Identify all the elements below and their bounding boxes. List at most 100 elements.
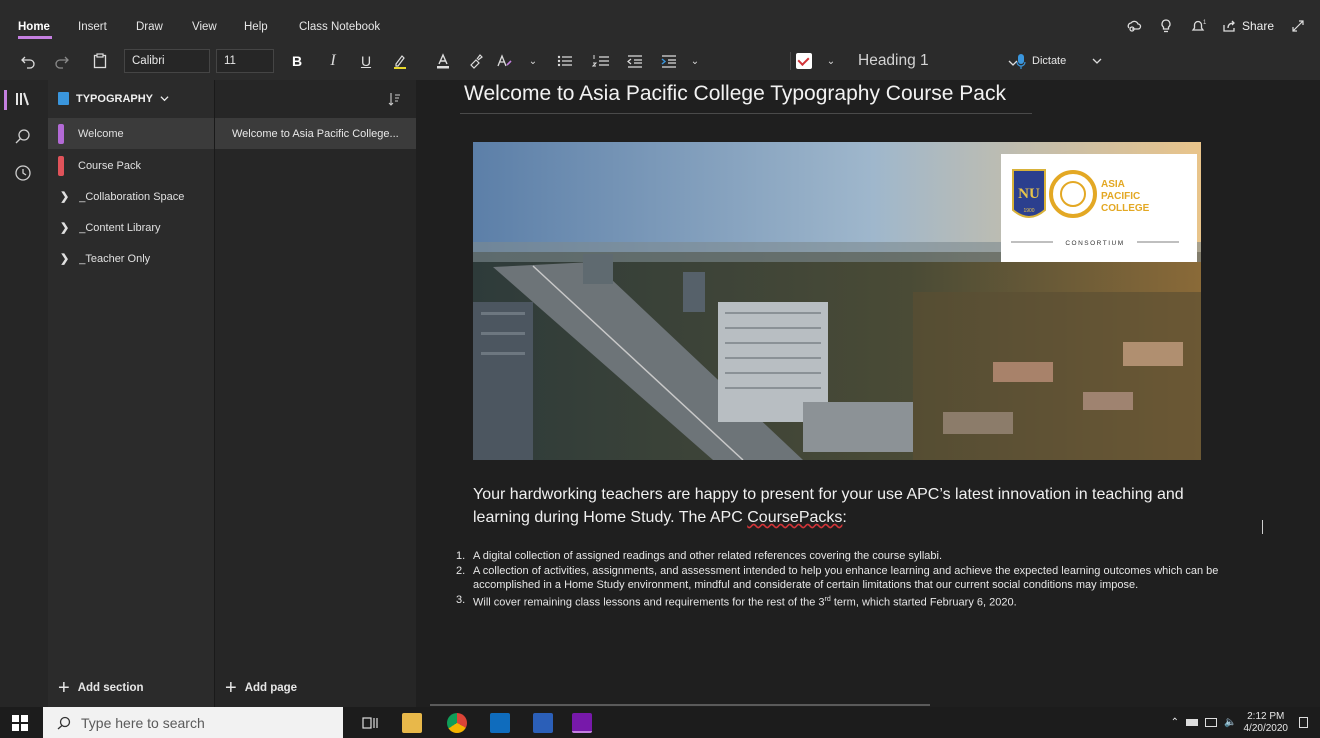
lightbulb-icon[interactable]: [1158, 18, 1174, 34]
todo-tag-icon[interactable]: [794, 50, 814, 72]
font-size-field[interactable]: 11: [216, 49, 274, 73]
section-group-label: _Teacher Only: [79, 252, 151, 265]
bold-button[interactable]: B: [288, 50, 306, 72]
clipboard-icon[interactable]: [90, 50, 110, 72]
page-title[interactable]: Welcome to Asia Pacific College Typograp…: [464, 82, 1006, 106]
battery-icon[interactable]: [1186, 719, 1199, 726]
decrease-indent-icon[interactable]: [624, 50, 646, 72]
share-label: Share: [1241, 19, 1274, 33]
section-pane: TYPOGRAPHY Welcome Course Pack ❯ _Collab…: [48, 80, 214, 707]
tab-help[interactable]: Help: [244, 21, 268, 33]
tag-dropdown-chevron-icon[interactable]: ⌄: [824, 50, 838, 72]
numbered-list[interactable]: 1. A digital collection of assigned read…: [456, 549, 1246, 610]
microphone-icon: [1016, 53, 1026, 69]
format-painter-icon[interactable]: [466, 50, 486, 72]
add-page-button[interactable]: + Add page: [225, 678, 297, 698]
onenote-icon[interactable]: [572, 713, 592, 733]
notebook-icon: [58, 92, 69, 105]
consortium-label: CONSORTIUM: [1065, 240, 1124, 247]
tab-class-notebook[interactable]: Class Notebook: [299, 21, 380, 33]
increase-indent-icon[interactable]: [658, 50, 680, 72]
chevron-up-icon[interactable]: ⌃: [1171, 717, 1179, 728]
paragraph-dropdown-chevron-icon[interactable]: ⌄: [688, 50, 702, 72]
text-cursor: [1262, 520, 1263, 534]
add-section-label: Add section: [77, 682, 144, 694]
seal-letters: NU: [1018, 186, 1040, 202]
notebook-name: TYPOGRAPHY: [76, 92, 154, 105]
font-name-field[interactable]: Calibri: [124, 49, 210, 73]
chevron-down-icon: [160, 96, 169, 102]
windows-start-icon[interactable]: [12, 715, 28, 731]
chrome-icon[interactable]: [447, 713, 467, 733]
highlight-icon[interactable]: [390, 50, 410, 72]
add-section-button[interactable]: + Add section: [58, 677, 144, 699]
expand-icon[interactable]: [1290, 18, 1306, 34]
brand-line-2: PACIFIC: [1101, 191, 1140, 202]
task-view-icon[interactable]: [360, 713, 380, 733]
search-icon: [57, 716, 71, 729]
file-explorer-icon[interactable]: [402, 713, 422, 733]
section-welcome[interactable]: Welcome: [48, 118, 214, 149]
section-label: Course Pack: [78, 159, 141, 172]
clock[interactable]: 2:12 PM 4/20/2020: [1244, 711, 1289, 735]
list-text: A collection of activities, assignments,…: [473, 564, 1219, 592]
tab-draw[interactable]: Draw: [136, 21, 163, 33]
undo-icon[interactable]: [18, 50, 38, 72]
redo-icon[interactable]: [52, 50, 72, 72]
word-icon[interactable]: [533, 713, 553, 733]
notebooks-icon[interactable]: [14, 90, 34, 110]
tab-home[interactable]: Home: [18, 21, 50, 33]
section-color-tab: [58, 155, 64, 176]
font-color-icon[interactable]: [433, 50, 453, 72]
list-text-part: term, which started February 6, 2020.: [830, 596, 1017, 609]
formatting-toolbar: Calibri 11 B I U ⌄ ⌄ ⌄ Heading 1 Dictate: [0, 40, 1320, 80]
section-group-label: _Collaboration Space: [79, 190, 185, 203]
intro-paragraph[interactable]: Your hardworking teachers are happy to p…: [473, 483, 1213, 529]
heading-style-select[interactable]: Heading 1: [848, 49, 1028, 73]
plus-icon: +: [58, 677, 70, 699]
search-placeholder: Type here to search: [81, 714, 205, 731]
sync-status-icon[interactable]: [1126, 18, 1142, 34]
numbered-list-icon[interactable]: [590, 50, 612, 72]
tab-insert[interactable]: Insert: [78, 21, 107, 33]
outlook-icon[interactable]: [490, 713, 510, 733]
section-group-label: _Content Library: [79, 221, 161, 234]
section-course-pack[interactable]: Course Pack: [48, 150, 214, 181]
taskbar-search-box[interactable]: Type here to search: [43, 707, 343, 738]
section-group-collaboration-space[interactable]: ❯ _Collaboration Space: [48, 181, 214, 212]
network-icon[interactable]: [1205, 718, 1218, 727]
hero-image[interactable]: NU 1900 ASIA PACIFIC COLLEGE CONSORTIUM: [473, 142, 1201, 460]
ribbon-tabs: Home Insert Draw View Help Class Noteboo…: [0, 0, 1320, 40]
brand-line-3: COLLEGE: [1101, 203, 1150, 214]
notification-center-icon[interactable]: [1299, 717, 1308, 728]
section-group-teacher-only[interactable]: ❯ _Teacher Only: [48, 243, 214, 274]
list-number: 3.: [456, 593, 466, 606]
list-text: Will cover remaining class lessons and r…: [473, 593, 1017, 610]
section-color-tab: [58, 123, 64, 144]
search-icon[interactable]: [14, 128, 34, 148]
volume-icon[interactable]: 🔈: [1224, 717, 1236, 728]
sort-pages-icon[interactable]: [387, 92, 401, 106]
list-number: 1.: [456, 550, 466, 562]
recent-clock-icon[interactable]: [14, 164, 34, 184]
page-canvas[interactable]: Welcome to Asia Pacific College Typograp…: [416, 80, 1320, 707]
notebook-switcher[interactable]: TYPOGRAPHY: [58, 92, 169, 105]
underline-button[interactable]: U: [357, 50, 375, 72]
horizontal-scrollbar[interactable]: [430, 704, 930, 706]
dictate-dropdown-chevron-icon[interactable]: [1090, 50, 1104, 72]
notifications-bell-icon[interactable]: 1: [1190, 18, 1207, 34]
tab-view[interactable]: View: [192, 21, 217, 33]
section-label: Welcome: [78, 127, 124, 140]
bullet-list-icon[interactable]: [554, 50, 576, 72]
text-styles-icon[interactable]: [494, 50, 516, 72]
share-icon: [1223, 20, 1235, 32]
toolbar-divider: [790, 52, 791, 70]
italic-button[interactable]: I: [324, 50, 342, 72]
share-button[interactable]: Share: [1222, 19, 1274, 33]
page-item-welcome[interactable]: Welcome to Asia Pacific College...: [215, 118, 417, 149]
dictate-button[interactable]: Dictate: [1016, 50, 1086, 72]
list-item: 3. Will cover remaining class lessons an…: [456, 593, 1246, 610]
page-list-pane: Welcome to Asia Pacific College... + Add…: [214, 80, 417, 707]
section-group-content-library[interactable]: ❯ _Content Library: [48, 212, 214, 243]
text-styles-dropdown-chevron-icon[interactable]: ⌄: [526, 50, 540, 72]
